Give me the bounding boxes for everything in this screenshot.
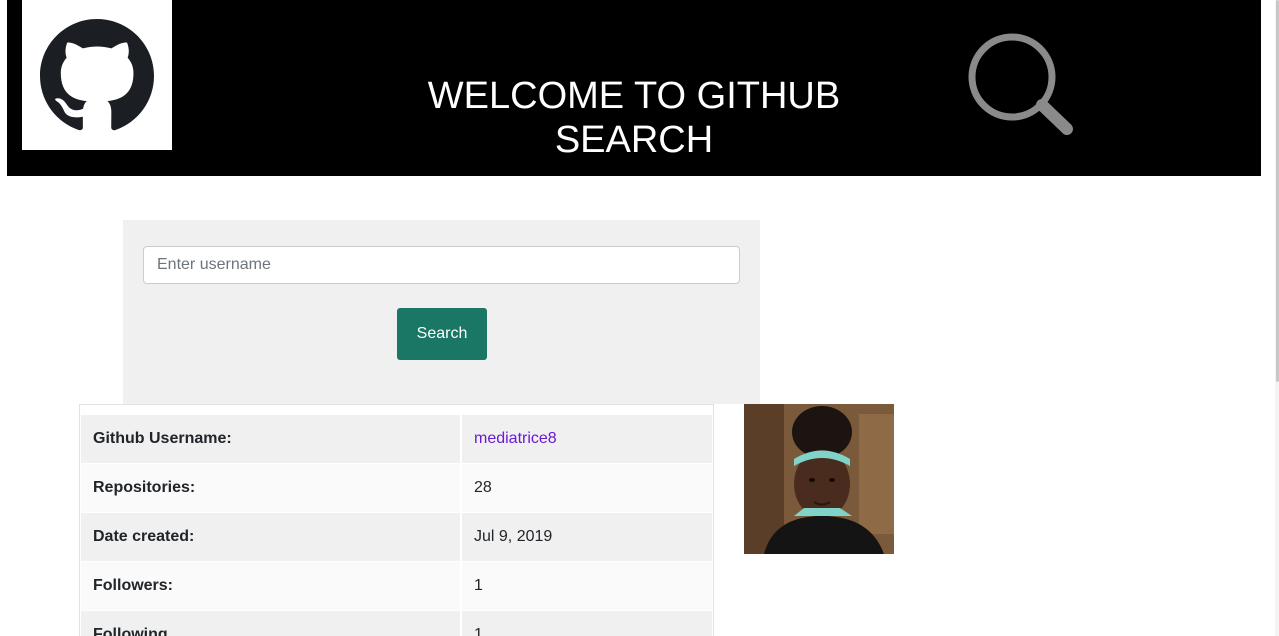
row-label: Following bbox=[81, 610, 461, 636]
user-details-table: Github Username: mediatrice8 Repositorie… bbox=[79, 404, 714, 636]
row-label: Github Username: bbox=[81, 414, 461, 464]
row-value: Jul 9, 2019 bbox=[460, 512, 712, 562]
username-search-input[interactable] bbox=[143, 246, 740, 284]
table-row: Github Username: mediatrice8 bbox=[81, 414, 712, 464]
row-value: 1 bbox=[460, 561, 712, 611]
avatar bbox=[744, 404, 894, 554]
site-header: WELCOME TO GITHUB SEARCH bbox=[7, 0, 1261, 176]
row-label: Date created: bbox=[81, 512, 461, 562]
search-button[interactable]: Search bbox=[397, 308, 487, 360]
row-value: mediatrice8 bbox=[460, 414, 712, 464]
table-row: Following 1 bbox=[81, 610, 712, 636]
row-value: 28 bbox=[460, 463, 712, 513]
row-value: 1 bbox=[460, 610, 712, 636]
magnifier-icon bbox=[968, 33, 1073, 135]
row-label: Followers: bbox=[81, 561, 461, 611]
search-panel: Search bbox=[123, 220, 760, 404]
github-octocat-icon bbox=[40, 19, 154, 131]
user-avatar-photo bbox=[744, 404, 894, 554]
table-row: Followers: 1 bbox=[81, 561, 712, 611]
page-title-line1: WELCOME TO GITHUB bbox=[427, 75, 841, 117]
table-row: Date created: Jul 9, 2019 bbox=[81, 512, 712, 562]
vertical-scrollbar[interactable] bbox=[1275, 0, 1279, 636]
page-title-line2: SEARCH bbox=[554, 119, 714, 161]
github-logo bbox=[22, 0, 172, 150]
table-row: Repositories: 28 bbox=[81, 463, 712, 513]
github-username-link[interactable]: mediatrice8 bbox=[474, 430, 557, 447]
row-label: Repositories: bbox=[81, 463, 461, 513]
page-title: WELCOME TO GITHUB SEARCH bbox=[377, 74, 891, 162]
